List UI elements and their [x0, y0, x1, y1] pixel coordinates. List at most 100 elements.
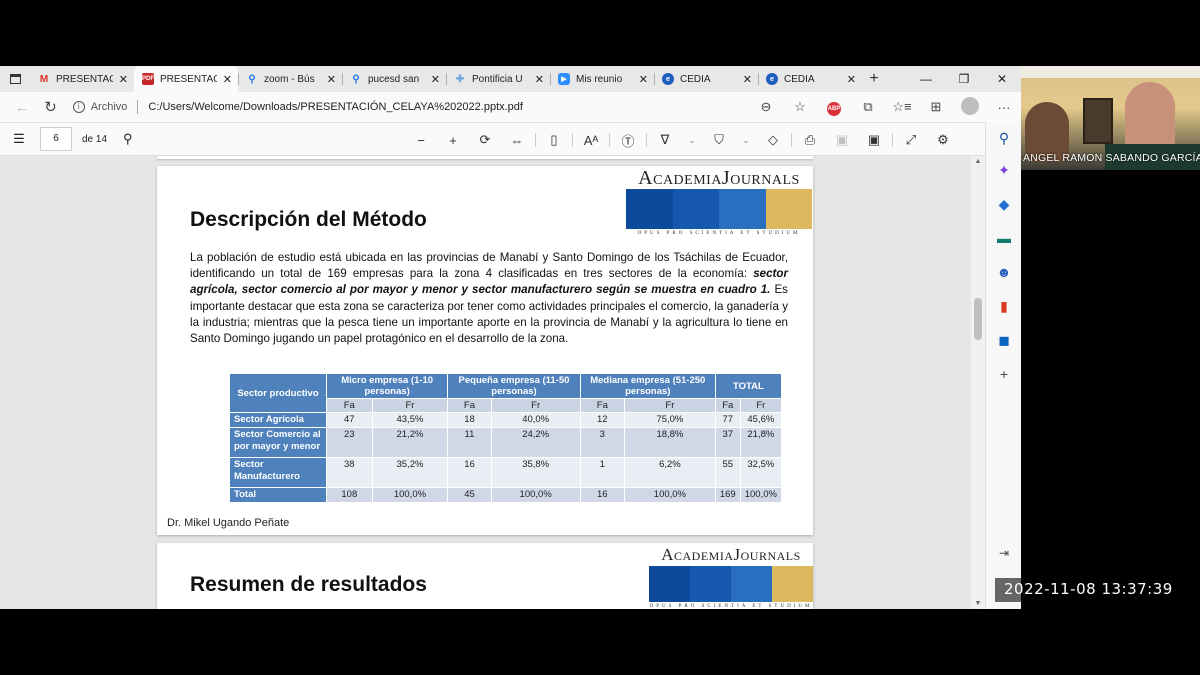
- back-button[interactable]: ←: [8, 99, 36, 116]
- discover-sparkle-icon[interactable]: ✦: [986, 162, 1022, 179]
- close-window-button[interactable]: ✕: [983, 72, 1021, 86]
- office-icon[interactable]: ▮: [986, 298, 1022, 315]
- info-icon[interactable]: i: [72, 101, 85, 113]
- subheader: Fa: [714, 398, 741, 413]
- fullscreen-icon[interactable]: ⤢: [895, 132, 927, 148]
- row-label: Sector Comercio al por mayor y menor: [229, 427, 327, 458]
- zoom-in-button[interactable]: +: [437, 133, 469, 148]
- people-icon[interactable]: ☻: [986, 264, 1022, 280]
- address-bar: ← ↻ i Archivo C:/Users/Welcome/Downloads…: [0, 92, 1021, 122]
- more-menu-icon[interactable]: ···: [987, 100, 1021, 115]
- scroll-down-icon[interactable]: ▼: [971, 600, 985, 607]
- extensions-icon[interactable]: ⧉: [851, 99, 885, 115]
- tab-pdf-active[interactable]: PDF PRESENTAC ✕: [134, 66, 238, 92]
- url-text[interactable]: C:/Users/Welcome/Downloads/PRESENTACIÓN_…: [148, 101, 523, 113]
- reload-button[interactable]: ↻: [36, 98, 64, 116]
- search-icon[interactable]: ⚲: [986, 130, 1022, 147]
- subheader: Fr: [371, 398, 449, 413]
- vertical-scrollbar[interactable]: ▲ ▼: [971, 156, 985, 609]
- draw-icon[interactable]: ∇: [649, 132, 681, 148]
- close-tab-icon[interactable]: ✕: [327, 73, 336, 86]
- page-view-icon[interactable]: ▯: [538, 132, 570, 148]
- close-tab-icon[interactable]: ✕: [743, 73, 752, 86]
- close-tab-icon[interactable]: ✕: [431, 73, 440, 86]
- video-wall: [1021, 66, 1200, 78]
- slide-author: Dr. Mikel Ugando Peñate: [167, 517, 290, 529]
- table-cell: 35,2%: [371, 457, 449, 488]
- tab-zoom-meetings[interactable]: ▶ Mis reunio ✕: [550, 66, 654, 92]
- table-of-contents-icon[interactable]: ☰: [0, 131, 38, 147]
- draw-options-chevron-icon[interactable]: ⌄: [681, 135, 703, 146]
- scrollbar-thumb[interactable]: [974, 298, 982, 340]
- add-sidebar-app-icon[interactable]: +: [986, 366, 1022, 382]
- participant-name: ANGEL RAMON SABANDO GARCÍA: [1023, 152, 1200, 164]
- subheader: Fr: [739, 398, 783, 413]
- eraser-icon[interactable]: ◇: [757, 132, 789, 148]
- hide-sidebar-icon[interactable]: ⇥: [986, 546, 1022, 560]
- cedia-icon: e: [662, 73, 674, 85]
- outlook-icon[interactable]: ◼: [986, 332, 1022, 349]
- profile-button[interactable]: [953, 96, 987, 118]
- divider: [535, 133, 536, 147]
- video-participant-tile[interactable]: ANGEL RAMON SABANDO GARCÍA: [1021, 66, 1200, 170]
- tab-actions-icon: [9, 74, 21, 84]
- highlight-options-chevron-icon[interactable]: ⌄: [735, 135, 757, 146]
- table-cell: 169: [714, 487, 741, 503]
- fit-width-icon[interactable]: ⇔: [501, 133, 533, 148]
- minimize-button[interactable]: —: [907, 72, 945, 86]
- highlight-icon[interactable]: ⛉: [703, 132, 735, 148]
- header-group: Pequeña empresa (11-50 personas): [447, 373, 581, 399]
- pontificia-icon: ✚: [455, 73, 465, 85]
- tab-bar: M PRESENTAC ✕ PDF PRESENTAC ✕ ⚲ zoom - B…: [0, 66, 1021, 92]
- shopping-tag-icon[interactable]: ◆: [986, 196, 1022, 213]
- table-cell: 18,8%: [623, 427, 716, 458]
- table-cell: 40,0%: [490, 412, 581, 428]
- table-cell: 1: [579, 457, 625, 488]
- tab-cedia-1[interactable]: e CEDIA ✕: [654, 66, 758, 92]
- print-icon[interactable]: ⎙: [794, 132, 826, 148]
- rotate-icon[interactable]: ⟳: [469, 132, 501, 148]
- pdf-viewer[interactable]: AcademiaJournals OPUS PRO SCIENTIA ET ST…: [0, 156, 985, 609]
- logo-bars: [649, 566, 813, 602]
- tools-icon[interactable]: ▬: [986, 230, 1022, 246]
- close-tab-icon[interactable]: ✕: [847, 73, 856, 86]
- favorites-icon[interactable]: ☆≡: [885, 99, 919, 115]
- tab-pontificia[interactable]: ✚ Pontificia U ✕: [446, 66, 550, 92]
- restore-button[interactable]: ❐: [945, 72, 983, 86]
- tab-pucesd-search[interactable]: ⚲ pucesd san ✕: [342, 66, 446, 92]
- close-tab-icon[interactable]: ✕: [119, 73, 128, 86]
- adblock-extension-button[interactable]: ABP: [817, 98, 851, 116]
- new-tab-button[interactable]: +: [862, 70, 886, 88]
- table-cell: 16: [579, 487, 625, 503]
- scroll-up-icon[interactable]: ▲: [971, 158, 985, 165]
- close-tab-icon[interactable]: ✕: [223, 73, 232, 86]
- tab-zoom-search[interactable]: ⚲ zoom - Bús ✕: [238, 66, 342, 92]
- address-bar-actions: ⊖ ☆ ABP ⧉ ☆≡ ⊞ ···: [749, 96, 1021, 118]
- add-favorite-icon[interactable]: ☆: [783, 99, 817, 115]
- row-label: Total: [229, 487, 327, 503]
- tab-gmail[interactable]: M PRESENTAC ✕: [30, 66, 134, 92]
- save-icon[interactable]: ▣: [826, 132, 858, 148]
- table-cell: 45,6%: [739, 412, 783, 428]
- collections-icon[interactable]: ⊞: [919, 99, 953, 115]
- close-tab-icon[interactable]: ✕: [535, 73, 544, 86]
- zoom-out-button[interactable]: −: [405, 133, 437, 148]
- url-separator: [137, 100, 139, 114]
- settings-gear-icon[interactable]: ⚙: [927, 132, 959, 148]
- divider: [646, 133, 647, 147]
- url-field[interactable]: i Archivo C:/Users/Welcome/Downloads/PRE…: [72, 100, 725, 114]
- pdf-search-icon[interactable]: ⚲: [123, 131, 133, 147]
- tab-cedia-2[interactable]: e CEDIA ✕: [758, 66, 862, 92]
- logo-motto: OPUS PRO SCIENTIA ET STUDIUM: [637, 231, 801, 236]
- table-cell: 38: [326, 457, 373, 488]
- page-number-input[interactable]: 6: [40, 127, 72, 151]
- zoom-out-icon[interactable]: ⊖: [749, 99, 783, 115]
- add-text-icon[interactable]: Ⓣ: [612, 131, 644, 150]
- subheader: Fa: [447, 398, 492, 413]
- close-tab-icon[interactable]: ✕: [639, 73, 648, 86]
- academia-journals-logo: AcademiaJournals OPUS PRO SCIENTIA ET ST…: [649, 545, 813, 609]
- save-as-icon[interactable]: ▣: [858, 132, 890, 148]
- row-label: Sector Manufacturero: [229, 457, 327, 488]
- read-aloud-icon[interactable]: Aᴬ: [575, 133, 607, 148]
- tab-actions-button[interactable]: [0, 66, 30, 92]
